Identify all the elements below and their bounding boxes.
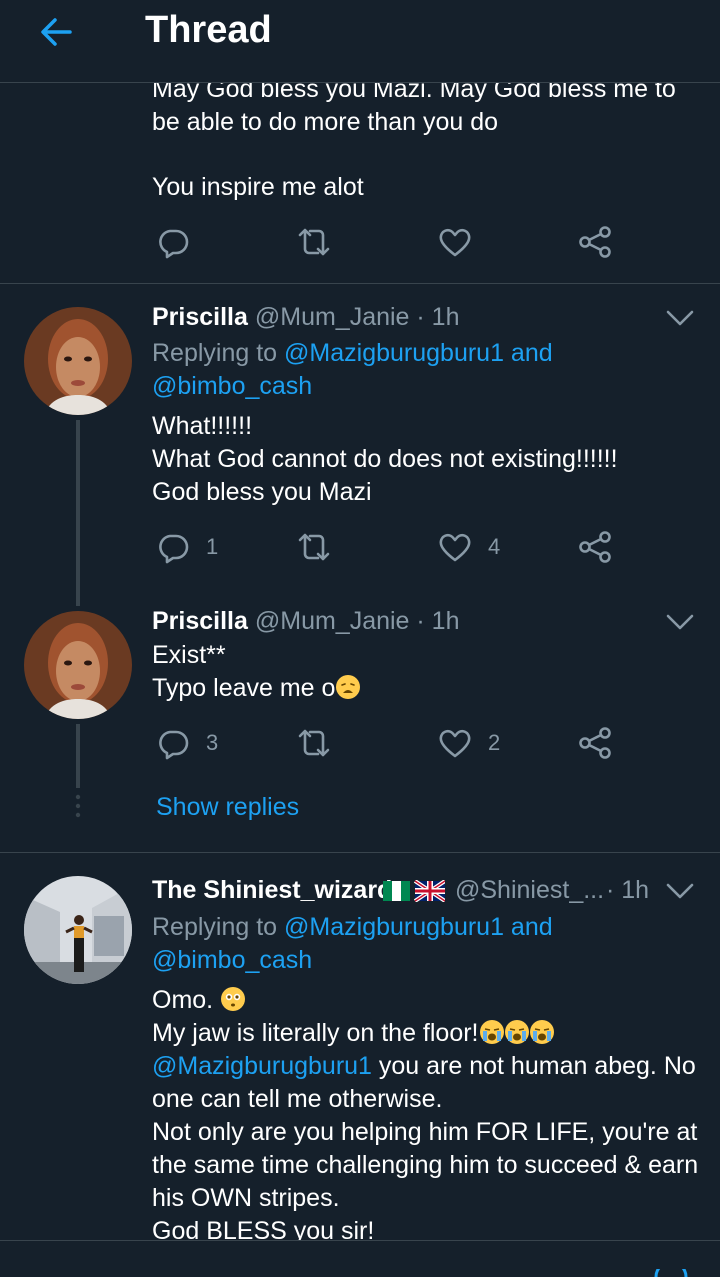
heart-icon xyxy=(439,729,471,758)
heart-icon xyxy=(439,228,471,257)
avatar-image xyxy=(24,307,132,415)
user-name[interactable]: The Shiniest_wizard xyxy=(152,876,392,904)
tweet-text-line: Typo leave me o xyxy=(152,672,361,705)
heart-icon xyxy=(439,533,471,562)
replying-and: and xyxy=(503,913,553,941)
tweet-text: My jaw is literally on the floor! xyxy=(152,1019,479,1047)
crying-face-emoji xyxy=(479,1020,504,1044)
avatar-image xyxy=(24,876,132,984)
mention-link[interactable]: @bimbo_cash xyxy=(152,370,312,403)
retweet-icon xyxy=(298,533,330,561)
tweet-text: Typo leave me o xyxy=(152,674,336,702)
user-name[interactable]: Priscilla xyxy=(152,607,248,635)
replying-to: Replying to @Mazigburugburu1 and xyxy=(152,337,553,370)
reply-button[interactable]: 3 xyxy=(156,723,218,763)
bottom-reply-bar xyxy=(0,1240,720,1277)
tweet-time: · 1h xyxy=(606,876,650,904)
flags-icon xyxy=(383,880,445,902)
thread-connector xyxy=(76,420,80,606)
user-handle: @Shiniest_... xyxy=(455,876,605,904)
chevron-down-icon[interactable] xyxy=(664,306,696,330)
retweet-button[interactable] xyxy=(296,222,332,262)
divider xyxy=(0,852,720,853)
like-count: 2 xyxy=(488,730,501,755)
back-arrow-icon[interactable] xyxy=(36,12,76,52)
like-count: 4 xyxy=(488,534,501,559)
share-button[interactable] xyxy=(578,222,612,262)
reply-button[interactable] xyxy=(156,222,190,262)
avatar-image xyxy=(24,611,132,719)
retweet-icon xyxy=(298,729,330,757)
mention-link[interactable]: @Mazigburugburu1 xyxy=(284,339,504,367)
user-handle-time: @Mum_Janie · 1h xyxy=(254,607,460,635)
tweet-header: Priscilla @Mum_Janie · 1h xyxy=(152,605,460,638)
like-button[interactable]: 2 xyxy=(438,723,500,763)
reply-button[interactable]: 1 xyxy=(156,527,218,567)
tweet-text-line: @Mazigburugburu1 you are not human abeg.… xyxy=(152,1050,696,1083)
replying-to: Replying to @Mazigburugburu1 and xyxy=(152,911,553,944)
reply-count: 3 xyxy=(206,730,219,755)
retweet-button[interactable] xyxy=(296,527,332,567)
share-icon xyxy=(579,226,611,258)
tweet-actions xyxy=(152,222,632,262)
like-button[interactable] xyxy=(438,222,472,262)
tweet-header: Priscilla @Mum_Janie · 1h xyxy=(152,301,460,334)
reply-icon xyxy=(159,534,189,564)
app-header: Thread xyxy=(0,0,720,83)
reply-icon xyxy=(159,730,189,760)
thread-connector xyxy=(76,724,80,788)
tweet-text: Omo. xyxy=(152,986,214,1014)
chevron-down-icon[interactable] xyxy=(664,879,696,903)
tweet-actions: 3 2 xyxy=(152,723,632,763)
tweet-text-line: Omo. xyxy=(152,984,246,1017)
show-replies-link[interactable]: Show replies xyxy=(156,791,299,824)
tweet-text-line: the same time challenging him to succeed… xyxy=(152,1151,699,1179)
tweet-text-line: God bless you Mazi xyxy=(152,478,372,506)
mention-link[interactable]: @Mazigburugburu1 xyxy=(152,1052,372,1080)
avatar[interactable] xyxy=(24,876,132,984)
mention-link[interactable]: @bimbo_cash xyxy=(152,944,312,977)
weary-face-emoji xyxy=(336,675,361,699)
tweet-text-line: You inspire me alot xyxy=(152,173,364,201)
flushed-face-emoji xyxy=(221,987,246,1011)
avatar[interactable] xyxy=(24,307,132,415)
reply-icon xyxy=(159,229,189,259)
share-icon xyxy=(579,531,611,563)
like-button[interactable]: 4 xyxy=(438,527,500,567)
crying-face-emoji xyxy=(529,1020,554,1044)
more-replies-dots-icon xyxy=(75,794,81,818)
page-title: Thread xyxy=(145,9,272,51)
tweet-text: you are not human abeg. No xyxy=(371,1052,696,1080)
tweet-text-line: My jaw is literally on the floor! xyxy=(152,1017,554,1050)
share-button[interactable] xyxy=(578,527,612,567)
avatar[interactable] xyxy=(24,611,132,719)
compose-icon[interactable] xyxy=(654,1269,688,1277)
user-handle-time: @Mum_Janie · 1h xyxy=(254,303,460,331)
tweet-text-line: Not only are you helping him FOR LIFE, y… xyxy=(152,1118,698,1146)
replying-label: Replying to xyxy=(152,913,285,941)
tweet-header: The Shiniest_wizard xyxy=(152,874,392,907)
tweet-text-line: one can tell me otherwise. xyxy=(152,1085,443,1113)
chevron-down-icon[interactable] xyxy=(664,610,696,634)
retweet-icon xyxy=(298,228,330,256)
tweet-text-line: Exist** xyxy=(152,641,226,669)
share-icon xyxy=(579,727,611,759)
crying-face-emoji xyxy=(504,1020,529,1044)
tweet-text-line: What God cannot do does not existing!!!!… xyxy=(152,445,618,473)
divider xyxy=(0,283,720,284)
reply-count: 1 xyxy=(206,534,219,559)
tweet-text-line: his OWN stripes. xyxy=(152,1184,340,1212)
tweet-actions: 1 4 xyxy=(152,527,632,567)
replying-label: Replying to xyxy=(152,339,285,367)
user-name[interactable]: Priscilla xyxy=(152,303,248,331)
retweet-button[interactable] xyxy=(296,723,332,763)
share-button[interactable] xyxy=(578,723,612,763)
tweet-text-line: be able to do more than you do xyxy=(152,108,499,136)
tweet-text-line: What!!!!!! xyxy=(152,412,253,440)
mention-link[interactable]: @Mazigburugburu1 xyxy=(284,913,504,941)
replying-and: and xyxy=(503,339,553,367)
